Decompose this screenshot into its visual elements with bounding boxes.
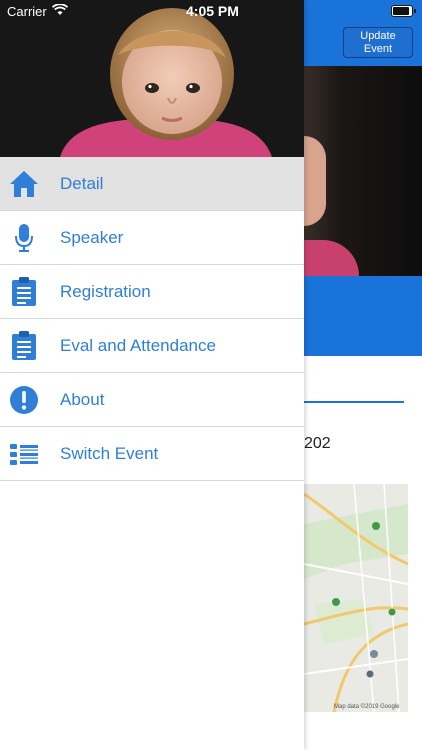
wifi-icon (51, 3, 69, 19)
drawer-item-about[interactable]: About (0, 373, 304, 427)
map-attribution: Map data ©2019 Google (334, 704, 400, 710)
drawer-item-registration[interactable]: Registration (0, 265, 304, 319)
update-event-button[interactable]: Update Event (343, 27, 413, 58)
event-info-band (304, 276, 422, 356)
drawer-item-eval-and-attendance[interactable]: Eval and Attendance (0, 319, 304, 373)
carrier-label: Carrier (7, 4, 47, 19)
drawer-item-label: Registration (60, 282, 151, 301)
event-photo (304, 66, 422, 276)
list-icon (8, 439, 40, 469)
status-time: 4:05 PM (186, 3, 239, 19)
map-graphic (304, 484, 408, 712)
event-photo-shirt (304, 240, 359, 276)
status-bar: Carrier 4:05 PM (0, 0, 422, 22)
child-portrait (0, 0, 304, 157)
drawer-item-label: Eval and Attendance (60, 336, 216, 355)
home-icon (8, 169, 40, 199)
clipboard-icon (8, 277, 40, 307)
drawer-item-label: Detail (60, 174, 104, 193)
event-partial-text: 202 (304, 435, 331, 452)
battery-level (393, 7, 409, 15)
divider-line (304, 401, 404, 403)
drawer-item-label: Switch Event (60, 444, 159, 463)
side-drawer: Detail Speaker Registration Eval and Att… (0, 0, 304, 750)
clipboard-icon (8, 331, 40, 361)
drawer-item-switch-event[interactable]: Switch Event (0, 427, 304, 481)
event-photo-face (304, 136, 326, 226)
drawer-item-speaker[interactable]: Speaker (0, 211, 304, 265)
drawer-item-label: About (60, 390, 105, 409)
drawer-menu: Detail Speaker Registration Eval and Att… (0, 157, 304, 481)
battery-icon (391, 5, 416, 17)
event-map[interactable] (304, 484, 408, 712)
drawer-item-label: Speaker (60, 228, 124, 247)
info-icon (8, 385, 40, 415)
microphone-icon (8, 223, 40, 253)
profile-photo (0, 0, 304, 157)
drawer-item-detail[interactable]: Detail (0, 157, 304, 211)
